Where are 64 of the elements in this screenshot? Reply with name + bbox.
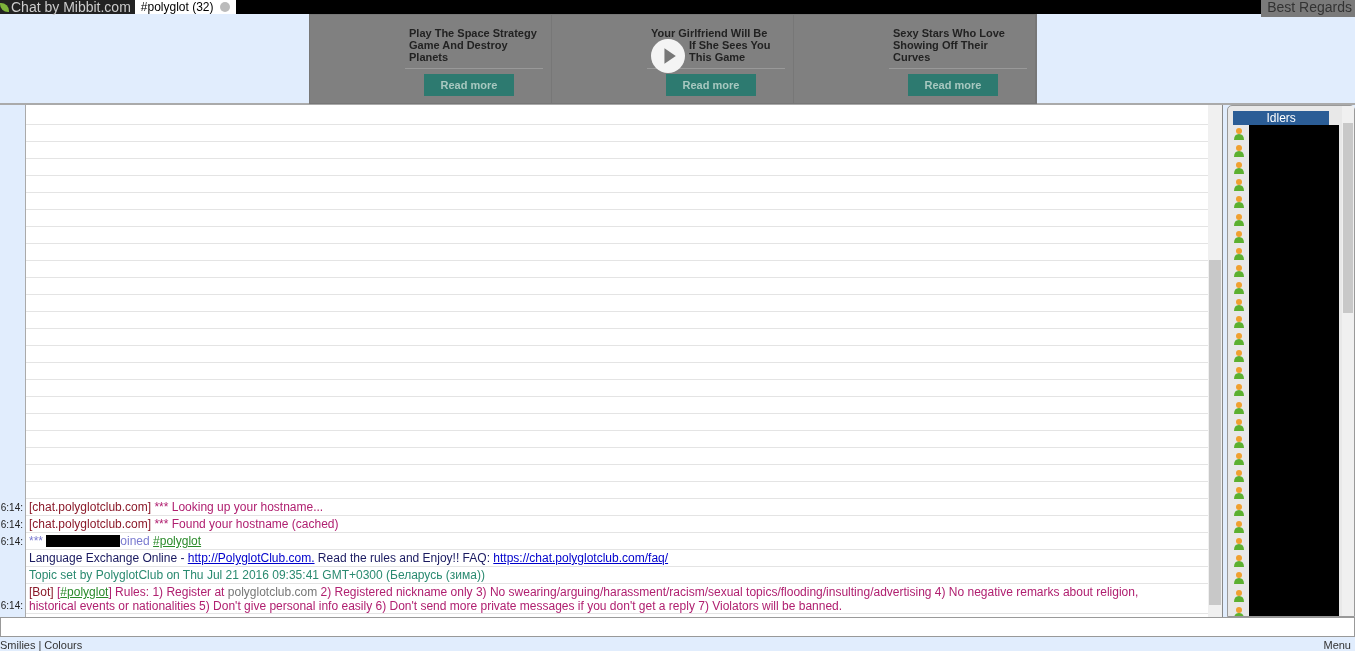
- user-icon: [1233, 161, 1246, 175]
- user-icon: [1233, 451, 1246, 465]
- tab[interactable]: Chat by Mibbit.com: [0, 0, 135, 14]
- user-icon: [1233, 315, 1246, 329]
- menu-link[interactable]: Menu: [1323, 639, 1355, 651]
- read-more-button[interactable]: Read more: [908, 74, 998, 96]
- chat-message: [Bot] [#polyglot] Rules: 1) Register at polyglotclub.com 2) Registered nickname only 3) No swearing/arguing/harassment/racism/sexual topics/flooding/insulting/advertising 4) No negative remarks about religion, historical events or nationalities 5) Don't give personal info easily 6) Don't send more private messages if you don't get a reply 7) Violators will be banned.: [28, 584, 1140, 613]
- user-icon: [1233, 486, 1246, 499]
- close-icon[interactable]: [219, 2, 230, 12]
- user-icon: [1233, 366, 1246, 380]
- footer-link[interactable]: Colours: [44, 639, 83, 651]
- ad-headline[interactable]: This Game: [689, 51, 785, 63]
- ad-headline[interactable]: Play The Space Strategy Game And Destroy Planets: [409, 27, 543, 63]
- idlers-header: Idlers: [1233, 111, 1330, 125]
- user-icon: [1233, 212, 1246, 226]
- chat-message: Language Exchange Online - http://PolyglotClub.com. Read the rules and Enjoy!! FAQ: https://chat.polyglotclub.com/faq/: [28, 550, 670, 566]
- user-icon: [1233, 588, 1246, 602]
- user-icon: [1233, 280, 1246, 294]
- timestamp: 6:14:: [0, 501, 23, 515]
- chat-message: Topic set by PolyglotClub on Thu Jul 21 2016 09:35:41 GMT+0300 (Беларусь (зима)): [28, 567, 486, 583]
- user-icon: [1233, 263, 1246, 277]
- user-icon: [1233, 144, 1246, 158]
- link[interactable]: https://chat.polyglotclub.com/faq/: [493, 551, 669, 565]
- scrollbar[interactable]: [1208, 105, 1223, 617]
- user-icon: [1233, 246, 1246, 260]
- ad-headline[interactable]: Sexy Stars Who Love Showing Off Their Curves: [893, 27, 1027, 63]
- user-icon: [1233, 468, 1246, 482]
- separator: |: [38, 639, 42, 651]
- best-regards-label: Best Regards: [1261, 0, 1355, 17]
- read-more-button[interactable]: Read more: [424, 74, 514, 96]
- scrollbar[interactable]: [1342, 106, 1354, 616]
- user-icon: [1233, 383, 1246, 397]
- link[interactable]: http://PolyglotClub.com.: [187, 551, 315, 565]
- user-icon: [1233, 400, 1246, 414]
- user-icon: [1233, 520, 1246, 534]
- chat-message: [chat.polyglotclub.com] *** Found your hostname (cached): [28, 516, 340, 532]
- channel-link[interactable]: #polyglot: [153, 534, 202, 548]
- user-icon: [1233, 554, 1246, 568]
- user-icon: [1233, 332, 1246, 346]
- user-icon: [1233, 503, 1246, 517]
- tab[interactable]: #polyglot (32): [134, 0, 236, 14]
- chat-message: [chat.polyglotclub.com] *** Looking up your hostname...: [28, 499, 325, 515]
- chat-message: *** oined #polyglot: [28, 533, 203, 549]
- user-icon: [1233, 434, 1246, 448]
- read-more-button[interactable]: Read more: [666, 74, 756, 96]
- user-icon: [1233, 349, 1246, 363]
- footer-link[interactable]: Smilies: [0, 639, 36, 651]
- user-icon: [1233, 605, 1246, 616]
- user-icon: [1233, 298, 1246, 311]
- user-icon: [1233, 571, 1246, 585]
- timestamp: 6:14:: [0, 599, 23, 613]
- user-icon: [1233, 229, 1246, 243]
- ad-headline[interactable]: Your Girlfriend Will Be: [651, 27, 785, 39]
- timestamp: 6:14:: [0, 518, 23, 532]
- user-icon: [1233, 417, 1246, 431]
- user-icon: [1233, 537, 1246, 551]
- user-icon: [1233, 127, 1246, 141]
- user-icon: [1233, 195, 1246, 209]
- leaf-icon: [0, 2, 9, 12]
- play-icon[interactable]: [651, 39, 685, 73]
- timestamp: 6:14:: [0, 535, 23, 549]
- message-input[interactable]: [0, 617, 1355, 637]
- ad-headline[interactable]: If She Sees You: [689, 39, 785, 51]
- user-icon: [1233, 178, 1246, 192]
